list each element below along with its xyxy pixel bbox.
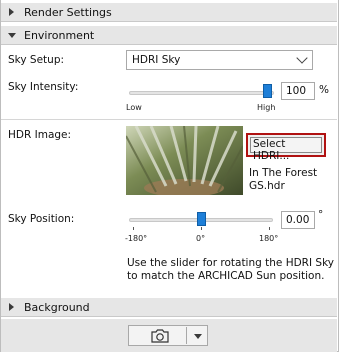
environment-header[interactable]: Environment — [1, 26, 337, 45]
sky-intensity-input[interactable]: 100 — [281, 82, 315, 100]
sky-position-label: Sky Position: — [8, 213, 75, 225]
sky-position-value: 0.00 — [286, 214, 310, 226]
triangle-down-icon[interactable] — [194, 334, 202, 339]
sky-position-max-tick: 180° — [259, 234, 279, 243]
collapsed-triangle-icon — [9, 303, 14, 311]
sky-intensity-slider-track[interactable] — [129, 91, 274, 95]
sky-position-mid-tick: 0° — [196, 234, 206, 243]
help-text-line1: Use the slider for rotating the HDRI Sky — [127, 257, 335, 269]
sky-setup-label: Sky Setup: — [8, 54, 65, 66]
select-hdri-button[interactable]: Select HDRI... — [246, 133, 326, 162]
render-settings-title: Render Settings — [24, 6, 112, 19]
select-hdri-label: Select HDRI... — [253, 138, 290, 162]
collapsed-triangle-icon — [9, 8, 14, 16]
help-text-line2: to match the ARCHICAD Sun position. — [127, 270, 325, 282]
tick-mark — [133, 227, 134, 230]
background-header[interactable]: Background — [1, 298, 337, 317]
sky-setup-value: HDRI Sky — [132, 54, 181, 66]
sky-intensity-label: Sky Intensity: — [8, 81, 79, 93]
environment-title: Environment — [24, 29, 95, 42]
sky-intensity-max-label: High — [257, 103, 276, 112]
sky-intensity-unit: % — [319, 84, 329, 96]
tick-mark — [269, 227, 270, 230]
hdr-file-name-line1: In The Forest — [249, 167, 318, 179]
hdr-file-name-line2: GS.hdr — [249, 180, 285, 192]
expanded-triangle-icon — [8, 33, 16, 38]
chevron-down-icon — [296, 52, 308, 64]
sky-intensity-min-label: Low — [126, 103, 142, 112]
sky-position-unit: ° — [318, 209, 324, 221]
sky-position-slider-thumb[interactable] — [197, 212, 206, 226]
sky-setup-select[interactable]: HDRI Sky — [126, 50, 313, 70]
camera-icon — [151, 329, 169, 343]
hdr-image-label: HDR Image: — [8, 129, 72, 141]
divider — [1, 119, 337, 120]
sky-position-min-tick: -180° — [125, 234, 148, 243]
render-settings-header[interactable]: Render Settings — [1, 3, 337, 22]
camera-button-divider — [186, 327, 187, 344]
sky-intensity-value: 100 — [286, 85, 307, 97]
sky-position-input[interactable]: 0.00 — [281, 211, 315, 229]
hdr-forest-preview — [126, 126, 243, 195]
background-title: Background — [24, 301, 90, 314]
sky-intensity-slider-thumb[interactable] — [263, 84, 272, 98]
tick-mark — [201, 227, 202, 230]
